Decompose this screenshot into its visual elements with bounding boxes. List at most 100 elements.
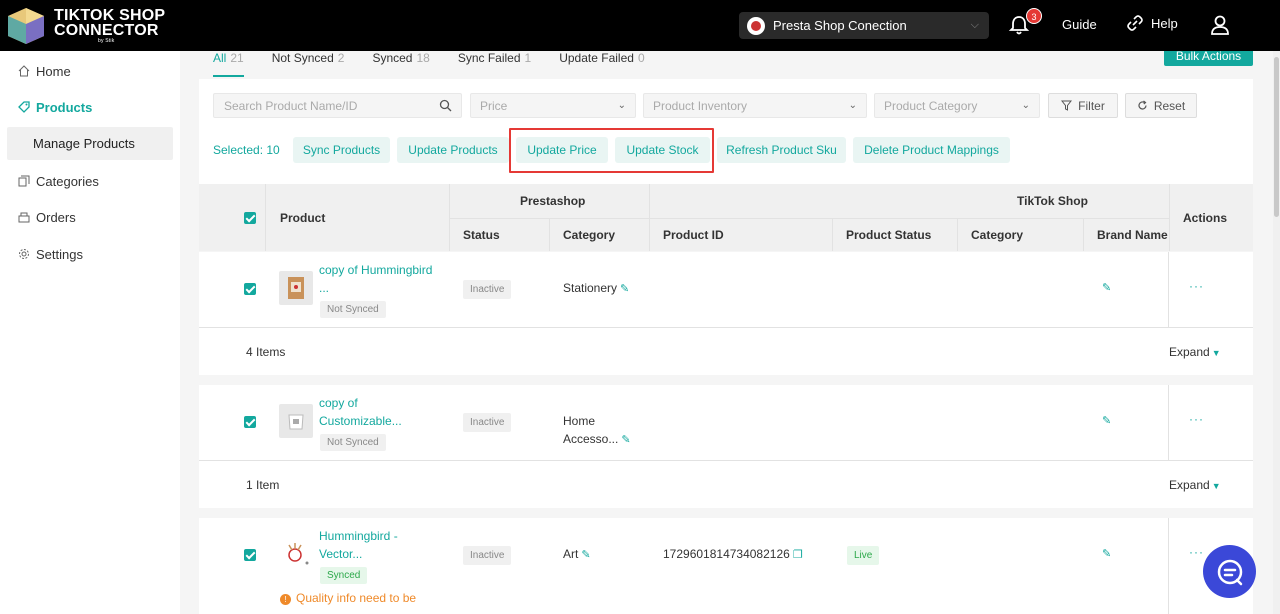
category-placeholder: Product Category bbox=[884, 98, 978, 113]
row-actions-menu[interactable]: ··· bbox=[1189, 545, 1204, 559]
col-product-status: Product Status bbox=[846, 228, 932, 242]
filter-icon bbox=[1061, 100, 1073, 111]
row-items-summary: 4 Items Expand ▼ bbox=[199, 328, 1253, 375]
row-checkbox[interactable] bbox=[244, 283, 256, 295]
edit-brand-icon[interactable]: ✎ bbox=[1102, 281, 1111, 294]
table-row: copy of Hummingbird... Not Synced Inacti… bbox=[199, 252, 1253, 327]
category-cell: Home Accesso... ✎ bbox=[563, 414, 631, 446]
reset-button[interactable]: Reset bbox=[1125, 93, 1197, 118]
product-name-link[interactable]: copy of Customizable... bbox=[319, 394, 402, 430]
table-header: Product Prestashop TikTok Shop Actions S… bbox=[199, 184, 1253, 251]
sidebar-label-settings: Settings bbox=[36, 246, 83, 262]
edit-icon[interactable]: ✎ bbox=[620, 283, 629, 295]
sidebar-item-home[interactable]: Home bbox=[0, 56, 180, 86]
items-count: 1 Item bbox=[246, 478, 280, 492]
edit-brand-icon[interactable]: ✎ bbox=[1102, 547, 1111, 560]
reset-icon bbox=[1138, 100, 1147, 110]
product-thumbnail bbox=[279, 537, 313, 571]
sidebar-item-products[interactable]: Products bbox=[0, 92, 180, 122]
top-bar: TIKTOK SHOP CONNECTOR by Stik Presta Sho… bbox=[0, 0, 1280, 51]
status-tabs: All 21 Not Synced 2 Synced 18 Sync Failed 1 … bbox=[213, 51, 673, 77]
scrollbar-thumb[interactable] bbox=[1274, 57, 1279, 217]
store-name: Presta Shop Conection bbox=[773, 18, 907, 33]
expand-button[interactable]: Expand ▼ bbox=[1169, 478, 1221, 492]
categories-icon bbox=[18, 175, 30, 187]
col-prestashop: Prestashop bbox=[520, 194, 586, 208]
sidebar-item-categories[interactable]: Categories bbox=[0, 166, 180, 196]
inventory-select[interactable]: Product Inventory ⌄ bbox=[643, 93, 867, 118]
price-placeholder: Price bbox=[480, 98, 508, 113]
delete-mappings-button[interactable]: Delete Product Mappings bbox=[853, 137, 1010, 163]
row-checkbox[interactable] bbox=[244, 416, 256, 428]
expand-button[interactable]: Expand ▼ bbox=[1169, 345, 1221, 359]
edit-icon[interactable]: ✎ bbox=[621, 434, 630, 446]
tab-synced[interactable]: Synced 18 bbox=[372, 51, 429, 73]
product-thumbnail bbox=[279, 271, 313, 305]
bulk-actions-button[interactable]: Bulk Actions bbox=[1164, 51, 1253, 66]
chevron-down-icon: ⌄ bbox=[617, 100, 626, 111]
store-icon bbox=[747, 16, 765, 35]
chevron-down-icon: ▼ bbox=[1211, 348, 1221, 358]
tab-update-failed[interactable]: Update Failed 0 bbox=[559, 51, 644, 73]
items-count: 4 Items bbox=[246, 345, 286, 359]
refresh-sku-button[interactable]: Refresh Product Sku bbox=[717, 137, 846, 163]
copy-icon[interactable]: ❐ bbox=[793, 549, 803, 561]
logo-icon bbox=[8, 8, 44, 44]
sidebar-label-orders: Orders bbox=[36, 209, 76, 225]
app-logo[interactable]: TIKTOK SHOP CONNECTOR by Stik bbox=[6, 6, 165, 46]
price-select[interactable]: Price ⌄ bbox=[470, 93, 636, 118]
page-scrollbar[interactable] bbox=[1273, 51, 1280, 614]
sidebar-item-manage-products[interactable]: Manage Products bbox=[7, 127, 173, 160]
user-icon[interactable] bbox=[1209, 14, 1231, 36]
row-actions-menu[interactable]: ··· bbox=[1189, 412, 1204, 426]
col-tt-category: Category bbox=[971, 228, 1024, 242]
update-products-button[interactable]: Update Products bbox=[397, 137, 509, 163]
tab-all[interactable]: All 21 bbox=[213, 51, 244, 77]
category-select[interactable]: Product Category ⌄ bbox=[874, 93, 1040, 118]
warning-icon: ! bbox=[280, 594, 291, 605]
update-price-button[interactable]: Update Price bbox=[516, 137, 608, 163]
category-cell: Stationery ✎ bbox=[563, 281, 630, 295]
edit-brand-icon[interactable]: ✎ bbox=[1102, 414, 1111, 427]
row-checkbox[interactable] bbox=[244, 549, 256, 561]
col-status: Status bbox=[463, 228, 500, 242]
table-row: Hummingbird - Vector... Synced ! Quality i… bbox=[199, 518, 1253, 614]
search-input[interactable]: Search Product Name/ID bbox=[213, 93, 462, 118]
sidebar: Home Products Manage Products Categories… bbox=[0, 51, 180, 614]
home-icon bbox=[18, 65, 30, 77]
product-id-cell: 1729601814734082126 ❐ bbox=[663, 547, 803, 561]
sidebar-item-settings[interactable]: Settings bbox=[0, 239, 180, 269]
search-placeholder: Search Product Name/ID bbox=[224, 98, 358, 113]
tab-not-synced[interactable]: Not Synced 2 bbox=[272, 51, 345, 73]
table-row: copy of Customizable... Not Synced Inacti… bbox=[199, 385, 1253, 460]
search-icon bbox=[439, 99, 452, 112]
sync-products-button[interactable]: Sync Products bbox=[293, 137, 390, 163]
product-status-badge: Live bbox=[847, 546, 880, 565]
edit-icon[interactable]: ✎ bbox=[581, 549, 590, 561]
sidebar-item-orders[interactable]: Orders bbox=[0, 202, 180, 232]
status-badge: Inactive bbox=[463, 546, 512, 565]
filter-button[interactable]: Filter bbox=[1048, 93, 1118, 118]
update-stock-button[interactable]: Update Stock bbox=[615, 137, 710, 163]
main-content: All 21 Not Synced 2 Synced 18 Sync Failed 1 … bbox=[180, 51, 1273, 614]
category-cell: Art ✎ bbox=[563, 547, 591, 561]
row-actions-menu[interactable]: ··· bbox=[1189, 279, 1204, 293]
tab-sync-failed[interactable]: Sync Failed 1 bbox=[458, 51, 531, 73]
status-badge: Inactive bbox=[463, 280, 512, 299]
store-select[interactable]: Presta Shop Conection ⌵ bbox=[739, 12, 989, 39]
chat-button[interactable] bbox=[1203, 545, 1256, 598]
select-all-checkbox[interactable] bbox=[244, 212, 256, 224]
col-product-id: Product ID bbox=[663, 228, 724, 242]
sync-status-tag: Not Synced bbox=[320, 301, 386, 318]
reset-label: Reset bbox=[1153, 98, 1186, 113]
chevron-down-icon: ⌄ bbox=[1021, 100, 1030, 111]
chat-icon bbox=[1217, 559, 1242, 585]
chevron-down-icon: ⌵ bbox=[970, 19, 979, 31]
notification-badge: 3 bbox=[1026, 8, 1042, 24]
help-link[interactable]: Help bbox=[1127, 15, 1178, 31]
product-name-link[interactable]: Hummingbird - Vector... bbox=[319, 527, 398, 563]
gear-icon bbox=[19, 249, 29, 259]
guide-link[interactable]: Guide bbox=[1062, 17, 1097, 32]
sidebar-label-categories: Categories bbox=[36, 173, 99, 189]
product-name-link[interactable]: copy of Hummingbird... bbox=[319, 261, 432, 297]
